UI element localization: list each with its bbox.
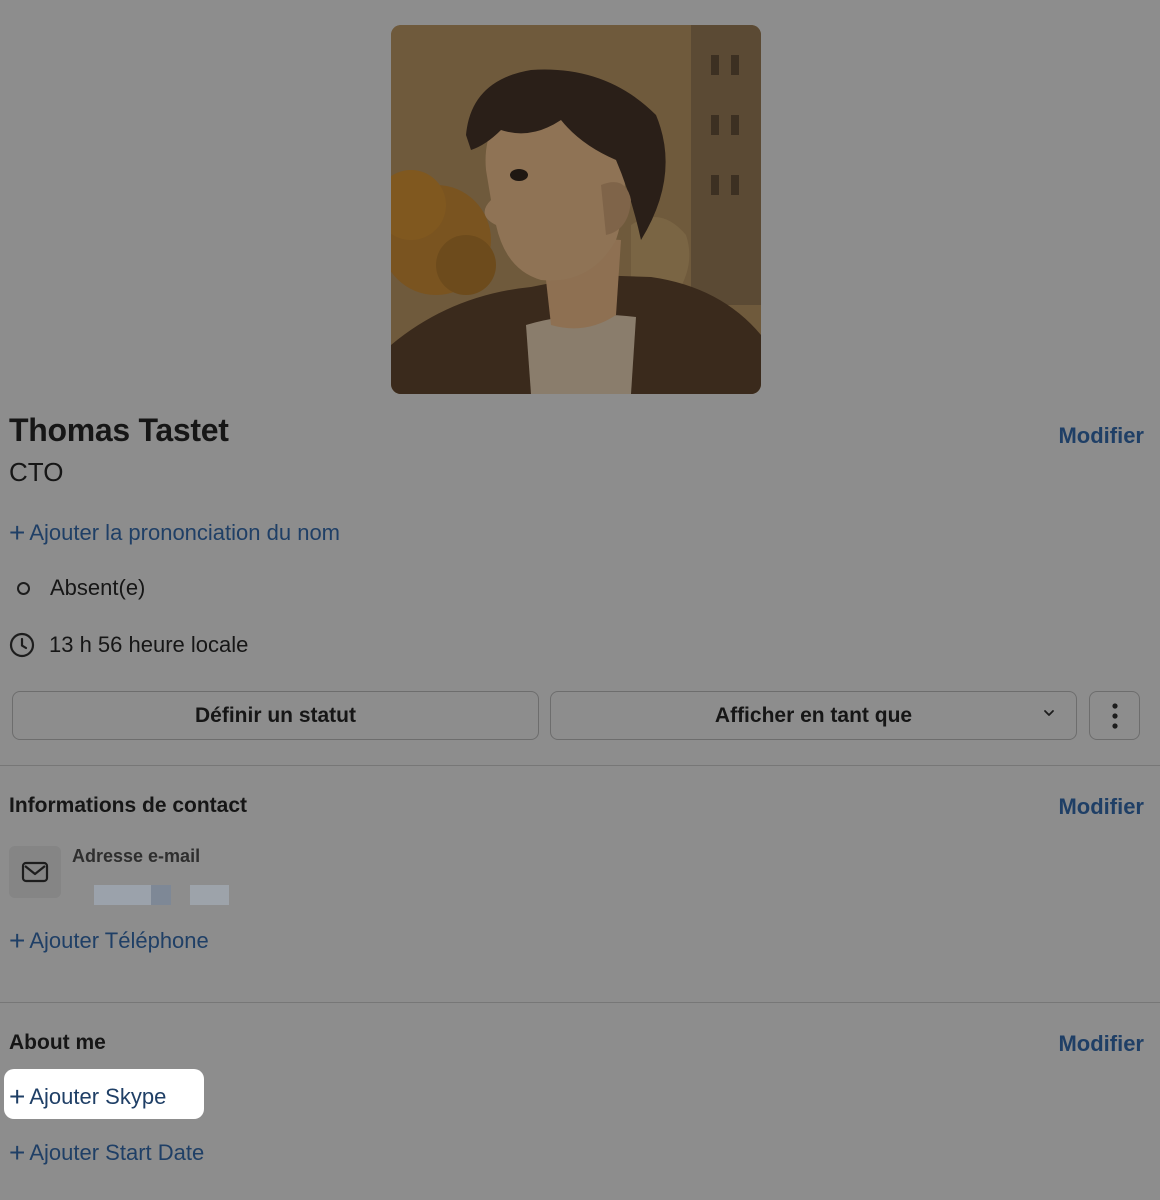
- contact-section-heading: Informations de contact: [9, 794, 248, 817]
- clock-icon: [9, 632, 35, 658]
- section-divider: [0, 765, 1160, 766]
- set-status-label: Définir un statut: [195, 703, 356, 727]
- add-name-pronunciation-label: Ajouter la prononciation du nom: [29, 520, 341, 545]
- profile-name: Thomas Tastet: [9, 412, 229, 448]
- view-as-dropdown[interactable]: Afficher en tant que: [550, 691, 1077, 740]
- plus-icon: +: [9, 925, 26, 956]
- add-start-date-link[interactable]: + Ajouter Start Date: [9, 1139, 204, 1167]
- edit-about-link[interactable]: Modifier: [1058, 1031, 1144, 1057]
- edit-contact-link[interactable]: Modifier: [1058, 794, 1144, 820]
- profile-avatar: [391, 25, 761, 394]
- section-divider: [0, 1002, 1160, 1003]
- add-skype-link[interactable]: + Ajouter Skype: [9, 1083, 166, 1111]
- profile-title: CTO: [9, 457, 64, 487]
- email-value-redacted-block: [151, 885, 171, 905]
- plus-icon: +: [9, 517, 26, 548]
- about-section-heading: About me: [9, 1031, 106, 1054]
- plus-icon: +: [9, 1137, 26, 1168]
- local-time-label: 13 h 56 heure locale: [49, 632, 249, 657]
- email-icon-box: [9, 846, 61, 898]
- presence-label: Absent(e): [50, 575, 146, 600]
- presence-away-icon: [17, 581, 30, 595]
- add-name-pronunciation-link[interactable]: + Ajouter la prononciation du nom: [9, 519, 340, 547]
- plus-icon: +: [9, 1081, 26, 1112]
- more-actions-button[interactable]: [1089, 691, 1140, 740]
- more-vertical-icon: [1111, 702, 1118, 729]
- set-status-button[interactable]: Définir un statut: [12, 691, 539, 740]
- edit-profile-link[interactable]: Modifier: [1058, 423, 1144, 449]
- mail-icon: [21, 861, 49, 883]
- email-value-redacted-block: [190, 885, 229, 905]
- add-phone-link[interactable]: + Ajouter Téléphone: [9, 927, 209, 955]
- chevron-down-icon: [1044, 710, 1054, 716]
- local-time: 13 h 56 heure locale: [9, 632, 248, 658]
- add-phone-label: Ajouter Téléphone: [29, 928, 209, 953]
- email-label: Adresse e-mail: [72, 846, 201, 866]
- add-start-date-label: Ajouter Start Date: [29, 1140, 205, 1165]
- view-as-label: Afficher en tant que: [714, 703, 913, 727]
- add-skype-label: Ajouter Skype: [29, 1084, 167, 1109]
- presence-status: Absent(e): [9, 575, 145, 601]
- avatar-illustration: [391, 25, 761, 394]
